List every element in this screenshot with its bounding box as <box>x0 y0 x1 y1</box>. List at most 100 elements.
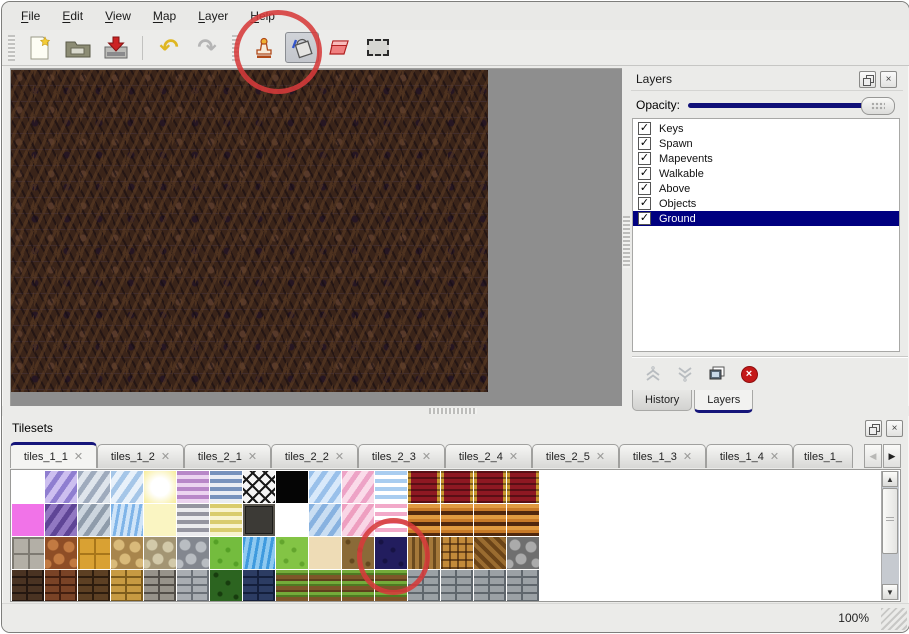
menu-file[interactable]: File <box>10 6 51 26</box>
new-map-button[interactable] <box>23 32 57 63</box>
undo-button[interactable]: ↶ <box>152 32 186 63</box>
tile-stone-blocks-gray[interactable] <box>12 537 44 569</box>
move-layer-up-button[interactable] <box>642 364 664 384</box>
tile-glass-pink-2[interactable] <box>342 504 374 536</box>
opacity-slider[interactable] <box>688 96 895 114</box>
save-map-button[interactable] <box>99 32 133 63</box>
scroll-tabs-left-button[interactable]: ◀ <box>864 444 882 468</box>
tile-water-shimmer[interactable] <box>111 504 143 536</box>
menu-edit[interactable]: Edit <box>51 6 94 26</box>
tile-planks-orange[interactable] <box>408 504 440 536</box>
float-panel-button[interactable] <box>859 71 876 88</box>
tile-planks-orange[interactable] <box>474 504 506 536</box>
menu-layer[interactable]: Layer <box>187 6 239 26</box>
duplicate-layer-button[interactable] <box>706 364 728 384</box>
tile-tilled-soil[interactable] <box>309 570 341 602</box>
tile-stripes-blue-white[interactable] <box>375 471 407 503</box>
layer-row-objects[interactable]: ✓ Objects <box>633 196 899 211</box>
map-canvas[interactable] <box>11 70 488 392</box>
tab-close-icon[interactable]: ✕ <box>509 450 518 463</box>
resize-grip[interactable] <box>881 608 907 630</box>
tile-stripes-purple[interactable] <box>177 471 209 503</box>
tile-pale-yellow[interactable] <box>144 504 176 536</box>
tile-wall-navy-brick[interactable] <box>243 570 275 602</box>
eraser-tool-button[interactable] <box>323 32 357 63</box>
tile-tilled-soil[interactable] <box>375 570 407 602</box>
layer-row-mapevents[interactable]: ✓ Mapevents <box>633 151 899 166</box>
tile-planks-orange[interactable] <box>507 504 539 536</box>
close-panel-button[interactable]: × <box>880 71 897 88</box>
tile-curtain-red[interactable] <box>507 471 539 503</box>
layer-row-walkable[interactable]: ✓ Walkable <box>633 166 899 181</box>
scroll-down-button[interactable]: ▼ <box>882 584 898 600</box>
layer-row-spawn[interactable]: ✓ Spawn <box>633 136 899 151</box>
checkbox-checked-icon[interactable]: ✓ <box>638 152 651 165</box>
checkbox-checked-icon[interactable]: ✓ <box>638 182 651 195</box>
tile-metal-plate[interactable] <box>243 504 275 536</box>
tile-stripes-blue[interactable] <box>210 471 242 503</box>
tileset-tab-truncated[interactable]: tiles_1_ <box>793 444 853 468</box>
tile-glass-purple[interactable] <box>45 471 77 503</box>
fill-tool-button[interactable] <box>285 32 319 63</box>
tile-glow-yellow[interactable] <box>144 471 176 503</box>
stamp-tool-button[interactable] <box>247 32 281 63</box>
tile-grass-green-2[interactable] <box>276 537 308 569</box>
tile-cobble-orange[interactable] <box>45 537 77 569</box>
menu-view[interactable]: View <box>94 6 142 26</box>
tile-glass-gray[interactable] <box>78 471 110 503</box>
tileset-tab-tiles_2_1[interactable]: tiles_2_1 ✕ <box>184 444 271 468</box>
tab-close-icon[interactable]: ✕ <box>248 450 257 463</box>
tile-navy-dark[interactable] <box>375 537 407 569</box>
tab-close-icon[interactable]: ✕ <box>683 450 692 463</box>
tile-basket-weave[interactable] <box>441 537 473 569</box>
tileset-tab-tiles_2_2[interactable]: tiles_2_2 ✕ <box>271 444 358 468</box>
checkbox-checked-icon[interactable]: ✓ <box>638 212 651 225</box>
tile-empty-white[interactable] <box>12 471 44 503</box>
scroll-up-button[interactable]: ▲ <box>882 471 898 487</box>
tile-glass-pink[interactable] <box>342 471 374 503</box>
tileset-tab-tiles_1_3[interactable]: tiles_1_3 ✕ <box>619 444 706 468</box>
tile-curtain-red[interactable] <box>441 471 473 503</box>
tile-stripes-pink-white[interactable] <box>375 504 407 536</box>
tab-layers[interactable]: Layers <box>694 390 753 413</box>
menu-map[interactable]: Map <box>142 6 187 26</box>
tile-planks-orange[interactable] <box>441 504 473 536</box>
tile-glass-blue-2[interactable] <box>309 471 341 503</box>
tile-wall-gray-brick[interactable] <box>177 570 209 602</box>
tile-stripes-yellow[interactable] <box>210 504 242 536</box>
palette-scrollbar[interactable]: ▲ ▼ <box>881 471 899 600</box>
tab-close-icon[interactable]: ✕ <box>74 450 83 463</box>
tile-glass-light-blue[interactable] <box>309 504 341 536</box>
layer-row-keys[interactable]: ✓ Keys <box>633 121 899 136</box>
tile-pebbles-beige[interactable] <box>144 537 176 569</box>
tile-empty-white[interactable] <box>276 504 308 536</box>
tile-sand-tan[interactable] <box>309 537 341 569</box>
tab-close-icon[interactable]: ✕ <box>161 450 170 463</box>
tile-cobble-gray[interactable] <box>177 537 209 569</box>
scrollbar-thumb[interactable] <box>882 488 898 554</box>
move-layer-down-button[interactable] <box>674 364 696 384</box>
delete-layer-button[interactable]: × <box>738 364 760 384</box>
tile-brick-gray[interactable] <box>507 570 539 602</box>
checkbox-checked-icon[interactable]: ✓ <box>638 197 651 210</box>
tileset-tab-tiles_2_3[interactable]: tiles_2_3 ✕ <box>358 444 445 468</box>
checkbox-checked-icon[interactable]: ✓ <box>638 137 651 150</box>
tab-close-icon[interactable]: ✕ <box>335 450 344 463</box>
tab-close-icon[interactable]: ✕ <box>422 450 431 463</box>
tile-stripes-gray[interactable] <box>177 504 209 536</box>
tile-lattice-black[interactable] <box>243 471 275 503</box>
tileset-tab-tiles_2_5[interactable]: tiles_2_5 ✕ <box>532 444 619 468</box>
tileset-tab-tiles_1_1[interactable]: tiles_1_1 ✕ <box>10 442 97 468</box>
tile-glass-gray-2[interactable] <box>78 504 110 536</box>
layer-row-above[interactable]: ✓ Above <box>633 181 899 196</box>
tile-flagstone-tan[interactable] <box>111 537 143 569</box>
tab-history[interactable]: History <box>632 390 692 411</box>
tile-tilled-soil[interactable] <box>276 570 308 602</box>
toolbar-grip[interactable] <box>8 35 15 61</box>
tile-wall-red-brown[interactable] <box>45 570 77 602</box>
layer-row-ground-selected[interactable]: ✓ Ground <box>633 211 899 226</box>
tile-brick-gray[interactable] <box>474 570 506 602</box>
redo-button[interactable]: ↷ <box>190 32 224 63</box>
tile-curtain-red[interactable] <box>408 471 440 503</box>
tile-water-blue[interactable] <box>243 537 275 569</box>
